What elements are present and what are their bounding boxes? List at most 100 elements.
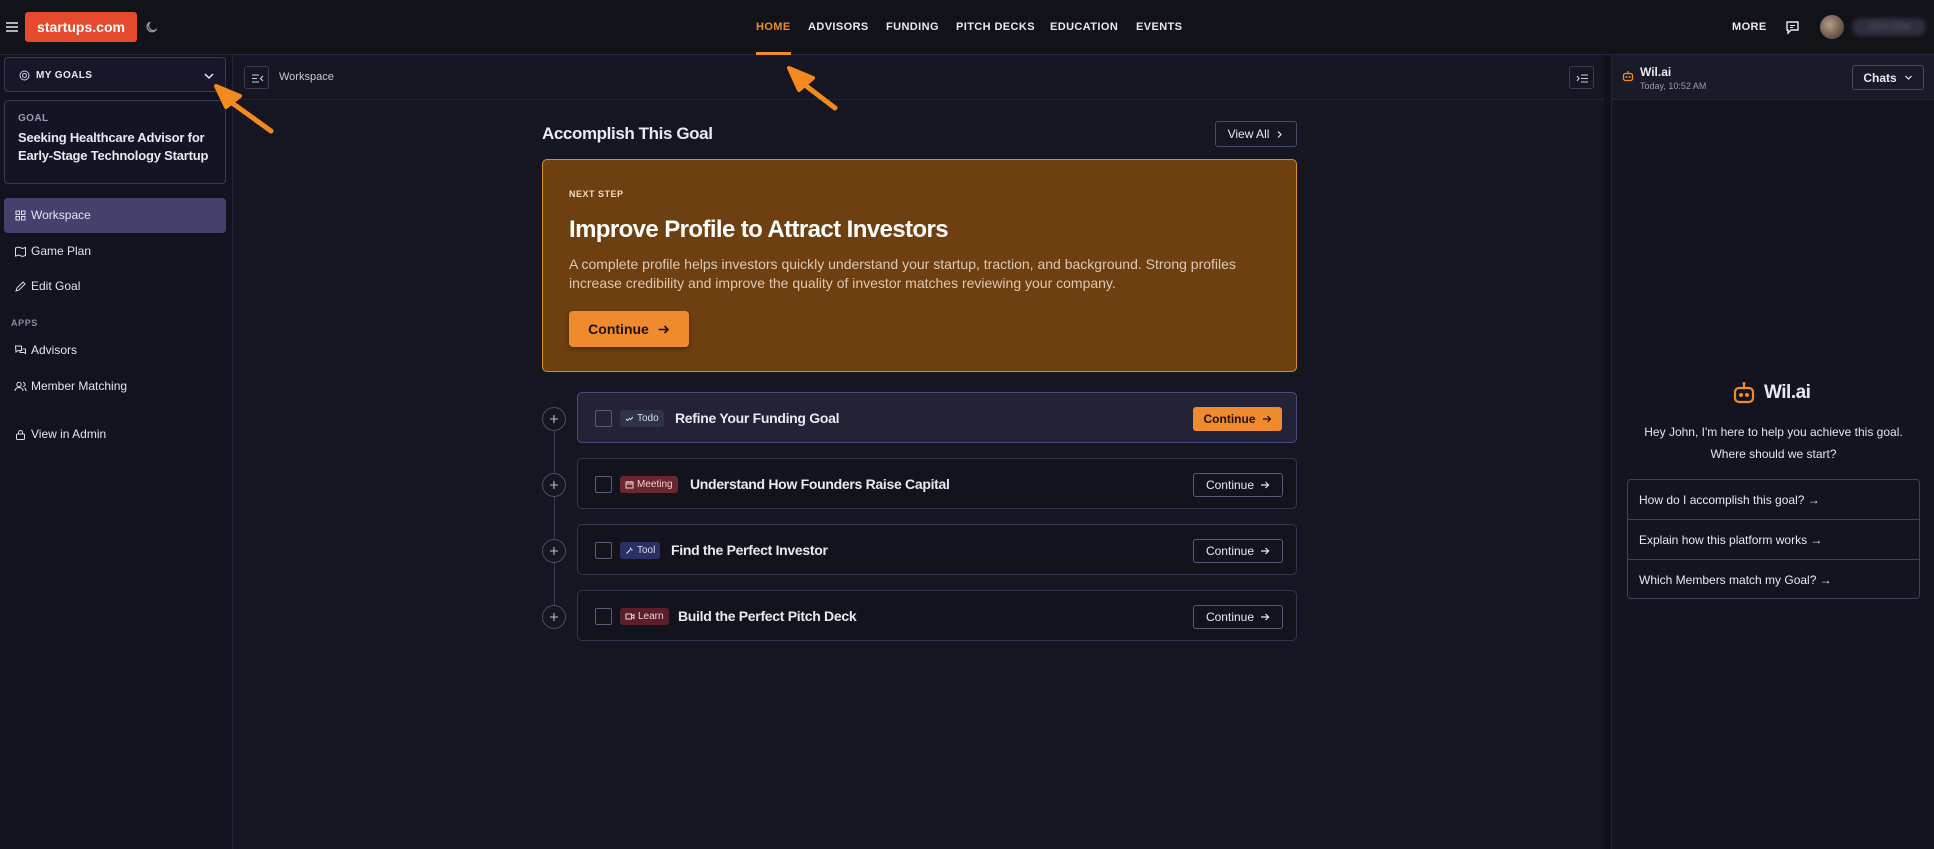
grid-icon bbox=[14, 209, 27, 222]
task-refine-funding-goal[interactable]: Todo Refine Your Funding Goal Continue bbox=[577, 392, 1297, 443]
arrow-right-icon bbox=[1262, 415, 1271, 423]
task-type-label: Learn bbox=[638, 611, 664, 622]
plus-icon bbox=[550, 481, 558, 489]
sidebar-item-workspace[interactable]: Workspace bbox=[4, 198, 226, 233]
sidebar-item-label: Member Matching bbox=[31, 379, 128, 393]
current-goal-card: GOAL Seeking Healthcare Advisor for Earl… bbox=[4, 100, 226, 184]
plus-icon bbox=[550, 613, 558, 621]
task-type-badge: Todo bbox=[620, 410, 664, 427]
chat-bubbles-icon bbox=[14, 344, 27, 357]
task-checkbox[interactable] bbox=[595, 542, 612, 559]
task-continue-button[interactable]: Continue bbox=[1193, 407, 1282, 431]
chat-greeting: Hey John, I'm here to help you achieve t… bbox=[1612, 421, 1934, 465]
continue-label: Continue bbox=[1203, 412, 1256, 426]
arrow-right-icon bbox=[658, 324, 669, 334]
nav-advisors[interactable]: ADVISORS bbox=[808, 0, 869, 55]
nav-funding[interactable]: FUNDING bbox=[886, 0, 939, 55]
goal-tag: GOAL bbox=[18, 113, 49, 124]
goal-title: Seeking Healthcare Advisor for Early-Sta… bbox=[18, 130, 209, 163]
hamburger-menu-icon[interactable] bbox=[4, 19, 20, 35]
user-name[interactable]: John Doe bbox=[1852, 18, 1926, 36]
moon-icon[interactable] bbox=[145, 20, 159, 34]
suggestion-platform-works[interactable]: Explain how this platform works → bbox=[1628, 520, 1919, 560]
greeting-line: Hey John, I'm here to help you achieve t… bbox=[1644, 425, 1903, 439]
suggestion-label: Which Members match my Goal? bbox=[1639, 573, 1817, 587]
robot-icon bbox=[1733, 382, 1755, 404]
my-goals-label: MY GOALS bbox=[36, 70, 93, 81]
sidebar-item-member-matching[interactable]: Member Matching bbox=[4, 369, 226, 404]
messages-icon[interactable] bbox=[1785, 20, 1800, 35]
wil-ai-chat-panel: Wil.ai Today, 10:52 AM Chats Wil.ai Hey … bbox=[1611, 55, 1934, 849]
view-all-button[interactable]: View All bbox=[1215, 121, 1297, 147]
task-build-pitch-deck[interactable]: Learn Build the Perfect Pitch Deck Conti… bbox=[577, 590, 1297, 641]
next-step-description: A complete profile helps investors quick… bbox=[569, 256, 1236, 291]
chat-header: Wil.ai Today, 10:52 AM Chats bbox=[1612, 55, 1934, 100]
arrow-right-icon: → bbox=[1807, 493, 1820, 507]
task-title: Find the Perfect Investor bbox=[671, 542, 828, 558]
target-icon bbox=[19, 70, 30, 81]
arrow-right-icon: → bbox=[1810, 533, 1823, 547]
map-icon bbox=[14, 245, 27, 258]
chats-dropdown-button[interactable]: Chats bbox=[1852, 65, 1924, 90]
avatar[interactable] bbox=[1820, 15, 1844, 39]
workspace-header: Workspace bbox=[234, 55, 1604, 100]
nav-education[interactable]: EDUCATION bbox=[1050, 0, 1118, 55]
task-checkbox[interactable] bbox=[595, 410, 612, 427]
task-timeline-line bbox=[554, 420, 555, 620]
main-nav: HOME ADVISORS FUNDING PITCH DECKS EDUCAT… bbox=[0, 0, 1934, 55]
task-continue-button[interactable]: Continue bbox=[1193, 605, 1283, 629]
nav-pitch-decks[interactable]: PITCH DECKS bbox=[956, 0, 1035, 55]
arrow-right-icon bbox=[1261, 613, 1270, 621]
brand-logo[interactable]: startups.com bbox=[25, 12, 137, 42]
add-task-button[interactable] bbox=[542, 407, 566, 431]
toggle-list-button[interactable] bbox=[1569, 66, 1594, 89]
add-task-button[interactable] bbox=[542, 605, 566, 629]
sidebar-item-game-plan[interactable]: Game Plan bbox=[4, 234, 226, 269]
more-menu[interactable]: MORE bbox=[1732, 0, 1767, 55]
wil-ai-logo: Wil.ai bbox=[1732, 381, 1811, 405]
sidebar-item-edit-goal[interactable]: Edit Goal bbox=[4, 269, 226, 304]
task-find-perfect-investor[interactable]: Tool Find the Perfect Investor Continue bbox=[577, 524, 1297, 575]
next-step-card: NEXT STEP Improve Profile to Attract Inv… bbox=[542, 159, 1297, 372]
add-task-button[interactable] bbox=[542, 539, 566, 563]
next-step-continue-button[interactable]: Continue bbox=[569, 311, 689, 347]
view-all-label: View All bbox=[1227, 127, 1270, 141]
continue-label: Continue bbox=[588, 321, 649, 337]
sidebar-item-label: Game Plan bbox=[31, 244, 92, 258]
collapse-sidebar-button[interactable] bbox=[244, 66, 269, 89]
video-icon bbox=[625, 613, 635, 620]
task-title: Build the Perfect Pitch Deck bbox=[678, 608, 857, 624]
plus-icon bbox=[550, 415, 558, 423]
chevron-right-icon bbox=[1277, 130, 1283, 138]
nav-home[interactable]: HOME bbox=[756, 0, 791, 55]
task-checkbox[interactable] bbox=[595, 476, 612, 493]
add-task-button[interactable] bbox=[542, 473, 566, 497]
wrench-icon bbox=[626, 547, 633, 554]
sidebar-item-label: View in Admin bbox=[31, 427, 107, 441]
task-understand-raise-capital[interactable]: Meeting Understand How Founders Raise Ca… bbox=[577, 458, 1297, 509]
panel-divider bbox=[1604, 55, 1611, 849]
collapse-icon bbox=[252, 74, 264, 83]
task-continue-button[interactable]: Continue bbox=[1193, 473, 1283, 497]
sidebar-item-view-in-admin[interactable]: View in Admin bbox=[4, 417, 226, 452]
suggestion-label: Explain how this platform works bbox=[1639, 533, 1808, 547]
suggestion-accomplish-goal[interactable]: How do I accomplish this goal? → bbox=[1628, 480, 1919, 520]
task-type-label: Todo bbox=[637, 413, 659, 424]
task-type-label: Tool bbox=[637, 545, 656, 556]
nav-events[interactable]: EVENTS bbox=[1136, 0, 1182, 55]
task-type-badge: Learn bbox=[620, 608, 669, 625]
arrow-right-icon bbox=[1261, 547, 1270, 555]
task-continue-button[interactable]: Continue bbox=[1193, 539, 1283, 563]
sidebar-item-label: Workspace bbox=[31, 208, 91, 222]
my-goals-dropdown[interactable]: MY GOALS bbox=[4, 57, 226, 92]
sidebar-item-advisors[interactable]: Advisors bbox=[4, 333, 226, 368]
suggestion-members-match[interactable]: Which Members match my Goal? → bbox=[1628, 560, 1919, 600]
chats-label: Chats bbox=[1863, 70, 1897, 85]
apps-header: APPS bbox=[11, 318, 38, 328]
task-checkbox[interactable] bbox=[595, 608, 612, 625]
sidebar-item-label: Advisors bbox=[31, 343, 78, 357]
task-type-label: Meeting bbox=[637, 479, 673, 490]
chat-bot-name: Wil.ai bbox=[1640, 65, 1672, 79]
next-step-kicker: NEXT STEP bbox=[569, 189, 624, 199]
continue-label: Continue bbox=[1205, 610, 1255, 624]
